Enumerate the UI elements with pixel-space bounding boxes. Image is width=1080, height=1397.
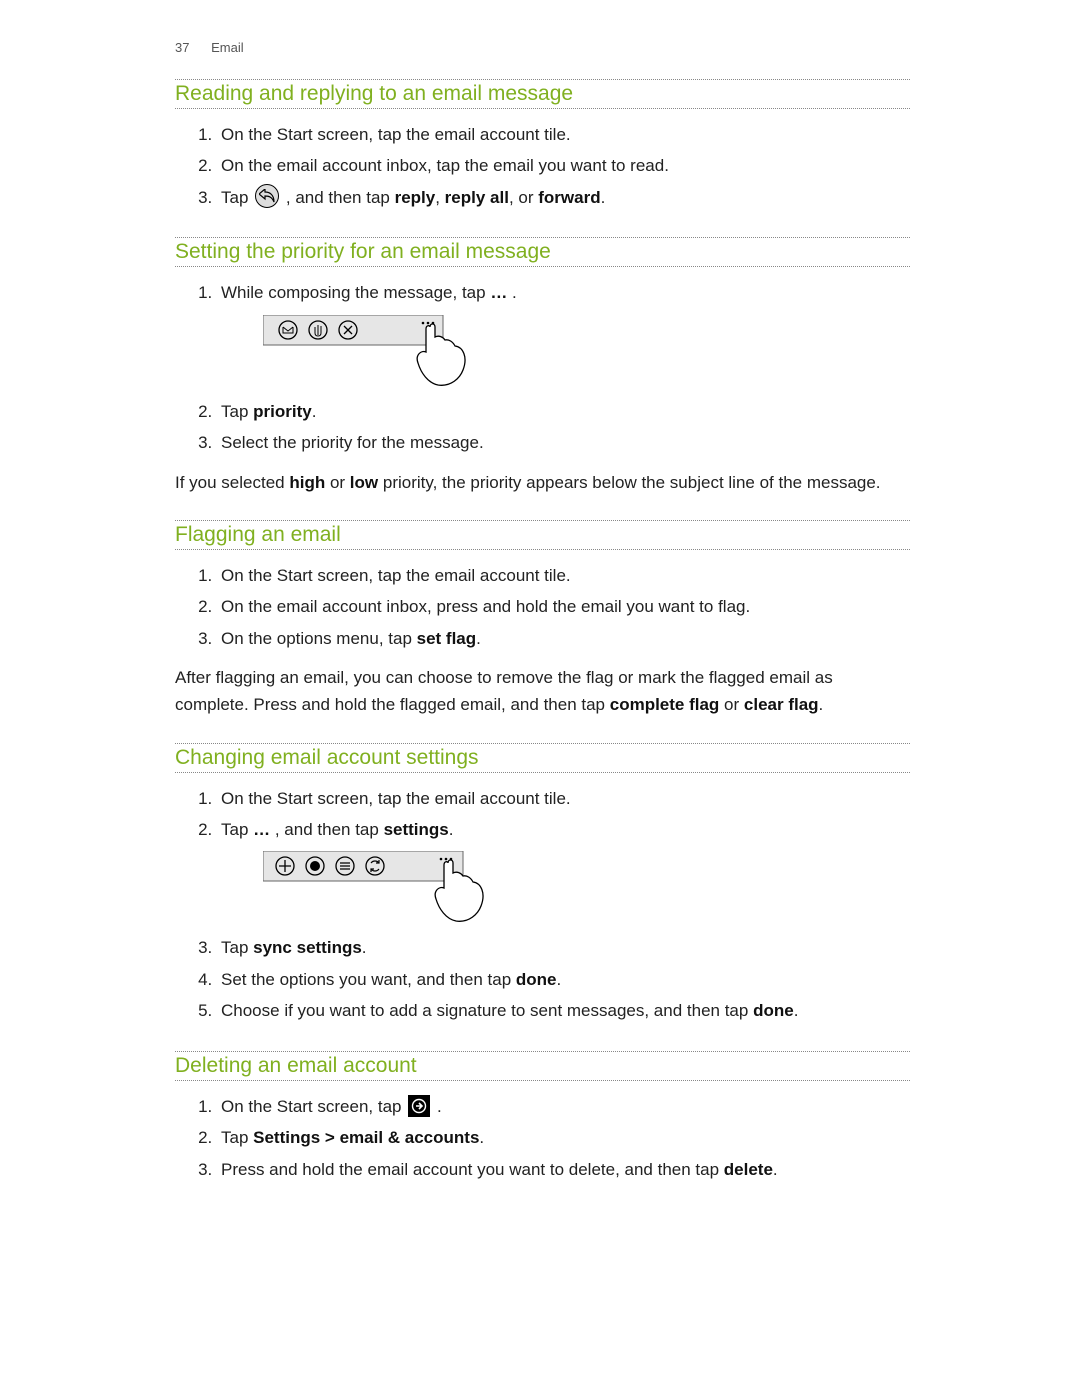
section-title-reading: Reading and replying to an email message (175, 79, 910, 109)
step: Press and hold the email account you wan… (217, 1154, 910, 1185)
header-section: Email (211, 40, 244, 55)
label-done: done (516, 970, 557, 989)
step: Select the priority for the message. (217, 427, 910, 458)
steps-priority: While composing the message, tap … . (175, 277, 910, 458)
label-delete: delete (724, 1160, 773, 1179)
note-flagging: After flagging an email, you can choose … (175, 664, 910, 718)
toolbar-illustration-inbox (263, 851, 910, 926)
steps-changing: On the Start screen, tap the email accou… (175, 783, 910, 1027)
label-reply-all: reply all (445, 188, 509, 207)
step: Tap sync settings. (217, 932, 910, 963)
step: Tap … , and then tap settings. (217, 814, 910, 926)
step: On the Start screen, tap the email accou… (217, 560, 910, 591)
steps-deleting: On the Start screen, tap . Tap Settings … (175, 1091, 910, 1185)
label-priority: priority (253, 402, 312, 421)
label-sync-settings: sync settings (253, 938, 362, 957)
step: Set the options you want, and then tap d… (217, 964, 910, 995)
ellipsis-icon: … (490, 283, 507, 302)
step: Tap priority. (217, 396, 910, 427)
page-header: 37 Email (175, 40, 910, 55)
step: Tap , and then tap reply, reply all, or … (217, 182, 910, 213)
step: On the Start screen, tap the email accou… (217, 119, 910, 150)
label-settings: settings (384, 820, 449, 839)
label-set-flag: set flag (417, 629, 477, 648)
label-done: done (753, 1001, 794, 1020)
step: On the email account inbox, press and ho… (217, 591, 910, 622)
label-settings-path: Settings > email & accounts (253, 1128, 479, 1147)
arrow-right-icon (408, 1095, 430, 1117)
section-title-deleting: Deleting an email account (175, 1051, 910, 1081)
label-forward: forward (538, 188, 600, 207)
steps-flagging: On the Start screen, tap the email accou… (175, 560, 910, 654)
step: On the email account inbox, tap the emai… (217, 150, 910, 181)
steps-reading: On the Start screen, tap the email accou… (175, 119, 910, 213)
label-reply: reply (395, 188, 436, 207)
ellipsis-icon: … (253, 820, 270, 839)
page-number: 37 (175, 40, 189, 55)
section-title-priority: Setting the priority for an email messag… (175, 237, 910, 267)
step: On the Start screen, tap the email accou… (217, 783, 910, 814)
section-title-flagging: Flagging an email (175, 520, 910, 550)
step: On the Start screen, tap . (217, 1091, 910, 1122)
toolbar-illustration-compose (263, 315, 910, 390)
reply-icon (255, 184, 279, 208)
note-priority: If you selected high or low priority, th… (175, 469, 910, 496)
step: Choose if you want to add a signature to… (217, 995, 910, 1026)
step: Tap Settings > email & accounts. (217, 1122, 910, 1153)
step: While composing the message, tap … . (217, 277, 910, 389)
step: On the options menu, tap set flag. (217, 623, 910, 654)
section-title-changing: Changing email account settings (175, 743, 910, 773)
